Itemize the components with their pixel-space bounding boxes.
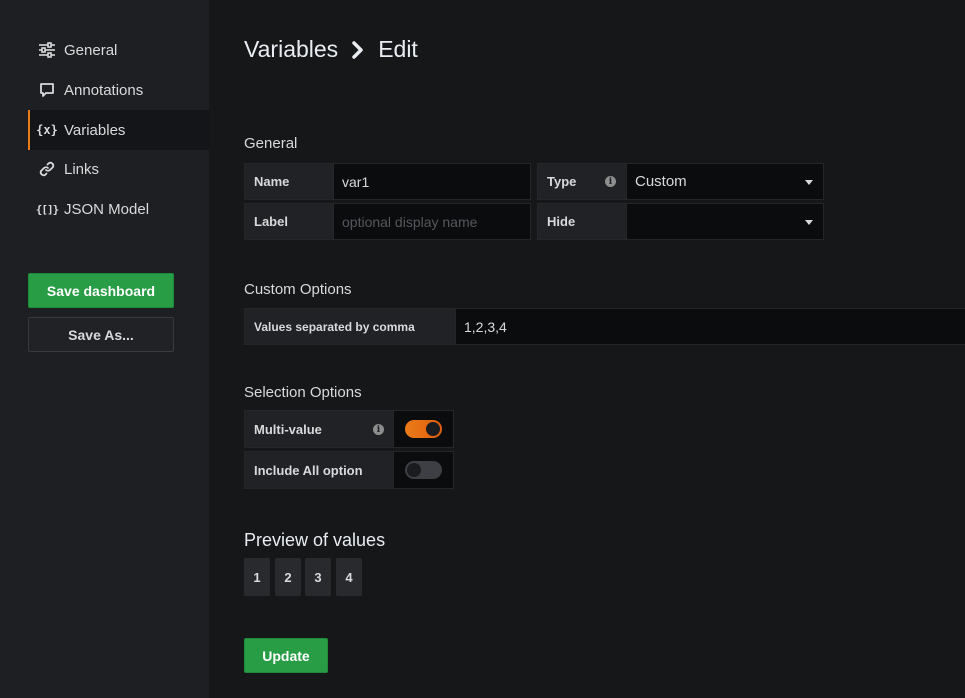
include-all-toggle[interactable] xyxy=(393,451,454,489)
comment-icon xyxy=(37,80,57,100)
preview-value-chip: 4 xyxy=(336,558,362,596)
hide-select[interactable] xyxy=(626,203,824,240)
type-label-text: Type xyxy=(547,174,577,189)
type-select-value: Custom xyxy=(635,173,687,190)
values-input[interactable]: 1,2,3,4 xyxy=(455,308,965,345)
name-label: Name xyxy=(244,163,334,200)
info-icon[interactable]: i xyxy=(373,424,384,435)
type-select[interactable]: Custom xyxy=(626,163,824,200)
sidebar-item-general[interactable]: General xyxy=(28,30,209,70)
save-as-button[interactable]: Save As... xyxy=(28,317,174,352)
sidebar: General Annotations {x} Variables Links … xyxy=(0,0,209,698)
breadcrumb-parent[interactable]: Variables xyxy=(244,36,338,63)
include-all-label: Include All option xyxy=(244,451,394,489)
name-input[interactable]: var1 xyxy=(333,163,531,200)
section-title-selection-options: Selection Options xyxy=(244,384,362,401)
caret-down-icon xyxy=(805,220,813,225)
switch-knob xyxy=(407,463,421,477)
sidebar-item-annotations[interactable]: Annotations xyxy=(28,70,209,110)
update-button[interactable]: Update xyxy=(244,638,328,673)
sidebar-item-label: JSON Model xyxy=(64,200,150,218)
switch-track xyxy=(405,420,442,438)
sidebar-item-variables[interactable]: {x} Variables xyxy=(28,110,209,150)
info-icon[interactable]: i xyxy=(605,176,616,187)
sidebar-item-links[interactable]: Links xyxy=(28,149,209,189)
preview-value-chip: 2 xyxy=(275,558,301,596)
label-label: Label xyxy=(244,203,334,240)
json-icon: {[]} xyxy=(35,202,60,216)
sidebar-item-label: Variables xyxy=(64,121,126,139)
sidebar-item-json-model[interactable]: {[]} JSON Model xyxy=(28,189,209,229)
switch-track xyxy=(405,461,442,479)
link-icon xyxy=(37,159,57,179)
breadcrumb: Variables Edit xyxy=(244,36,418,63)
sliders-icon xyxy=(37,40,57,60)
label-input[interactable]: optional display name xyxy=(333,203,531,240)
values-label: Values separated by comma xyxy=(244,308,456,345)
multi-value-label-text: Multi-value xyxy=(254,421,322,437)
chevron-right-icon xyxy=(351,40,365,60)
sidebar-item-label: Links xyxy=(64,160,100,178)
sidebar-item-label: General xyxy=(64,41,118,59)
section-title-custom-options: Custom Options xyxy=(244,281,352,298)
switch-knob xyxy=(426,422,440,436)
preview-value-chip: 1 xyxy=(244,558,270,596)
caret-down-icon xyxy=(805,180,813,185)
sidebar-item-label: Annotations xyxy=(64,81,144,99)
preview-title: Preview of values xyxy=(244,530,386,550)
hide-label: Hide xyxy=(537,203,627,240)
save-dashboard-button[interactable]: Save dashboard xyxy=(28,273,174,308)
multi-value-toggle[interactable] xyxy=(393,410,454,448)
section-title-general: General xyxy=(244,135,298,152)
breadcrumb-current: Edit xyxy=(378,36,418,62)
preview-value-chip: 3 xyxy=(305,558,331,596)
multi-value-label: Multi-value xyxy=(244,410,394,448)
main-content: Variables Edit General Name var1 Type i … xyxy=(209,0,965,698)
variable-icon: {x} xyxy=(36,123,58,137)
